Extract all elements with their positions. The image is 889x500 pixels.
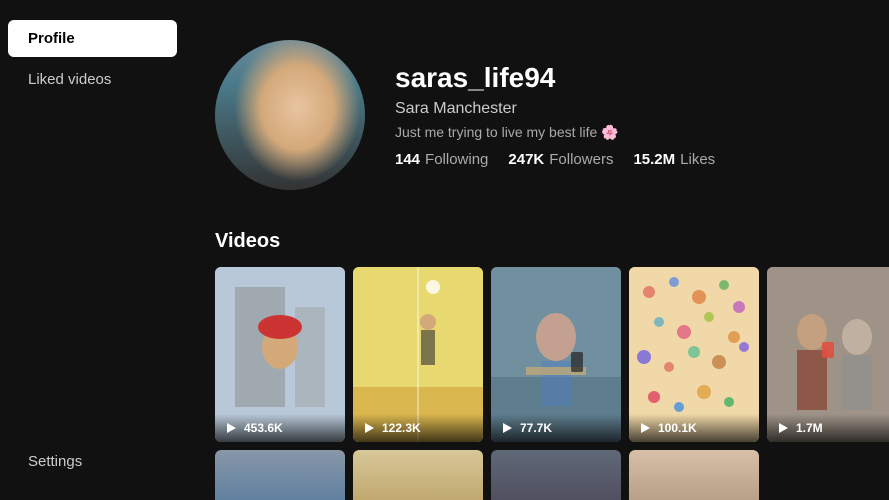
play-icon-3 [499, 420, 515, 436]
followers-label: Followers [549, 151, 613, 168]
play-icon-2 [361, 420, 377, 436]
stat-followers: 247K Followers [508, 151, 613, 168]
video-card-3[interactable]: 77.7K [491, 267, 621, 442]
videos-section: Videos 453.6K [215, 230, 859, 500]
video-card-partial-4[interactable] [629, 450, 759, 500]
sidebar-item-label: Liked videos [28, 71, 111, 88]
video-card-4[interactable]: 100.1K [629, 267, 759, 442]
video-card-5[interactable]: 1.7M [767, 267, 889, 442]
video-overlay-3: 77.7K [491, 414, 621, 442]
following-value: 144 [395, 151, 420, 168]
video-overlay-5: 1.7M [767, 414, 889, 442]
video-grid-row-2 [215, 450, 859, 500]
video-overlay-1: 453.6K [215, 414, 345, 442]
likes-label: Likes [680, 151, 715, 168]
sidebar-item-label: Settings [28, 453, 82, 470]
following-label: Following [425, 151, 488, 168]
video-overlay-2: 122.3K [353, 414, 483, 442]
videos-title: Videos [215, 230, 859, 253]
view-count-3: 77.7K [520, 421, 552, 435]
view-count-4: 100.1K [658, 421, 697, 435]
avatar [215, 40, 365, 190]
main-content: saras_life94 Sara Manchester Just me try… [185, 0, 889, 500]
profile-header: saras_life94 Sara Manchester Just me try… [215, 40, 859, 190]
play-icon-5 [775, 420, 791, 436]
sidebar: Profile Liked videos Settings [0, 0, 185, 500]
video-card-partial-2[interactable] [353, 450, 483, 500]
profile-info: saras_life94 Sara Manchester Just me try… [395, 62, 715, 168]
bio: Just me trying to live my best life 🌸 [395, 124, 715, 141]
video-card-partial-3[interactable] [491, 450, 621, 500]
video-grid: 453.6K 122.3K [215, 267, 859, 442]
play-icon-4 [637, 420, 653, 436]
play-icon-1 [223, 420, 239, 436]
view-count-2: 122.3K [382, 421, 421, 435]
stats: 144 Following 247K Followers 15.2M Likes [395, 151, 715, 168]
video-overlay-4: 100.1K [629, 414, 759, 442]
sidebar-item-label: Profile [28, 30, 75, 47]
username: saras_life94 [395, 62, 715, 94]
followers-value: 247K [508, 151, 544, 168]
video-card-1[interactable]: 453.6K [215, 267, 345, 442]
sidebar-item-settings[interactable]: Settings [8, 443, 177, 480]
sidebar-item-profile[interactable]: Profile [8, 20, 177, 57]
view-count-5: 1.7M [796, 421, 823, 435]
view-count-1: 453.6K [244, 421, 283, 435]
video-card-partial-1[interactable] [215, 450, 345, 500]
display-name: Sara Manchester [395, 100, 715, 118]
video-card-2[interactable]: 122.3K [353, 267, 483, 442]
stat-likes: 15.2M Likes [633, 151, 715, 168]
likes-value: 15.2M [633, 151, 675, 168]
stat-following: 144 Following [395, 151, 488, 168]
sidebar-item-liked-videos[interactable]: Liked videos [8, 61, 177, 98]
